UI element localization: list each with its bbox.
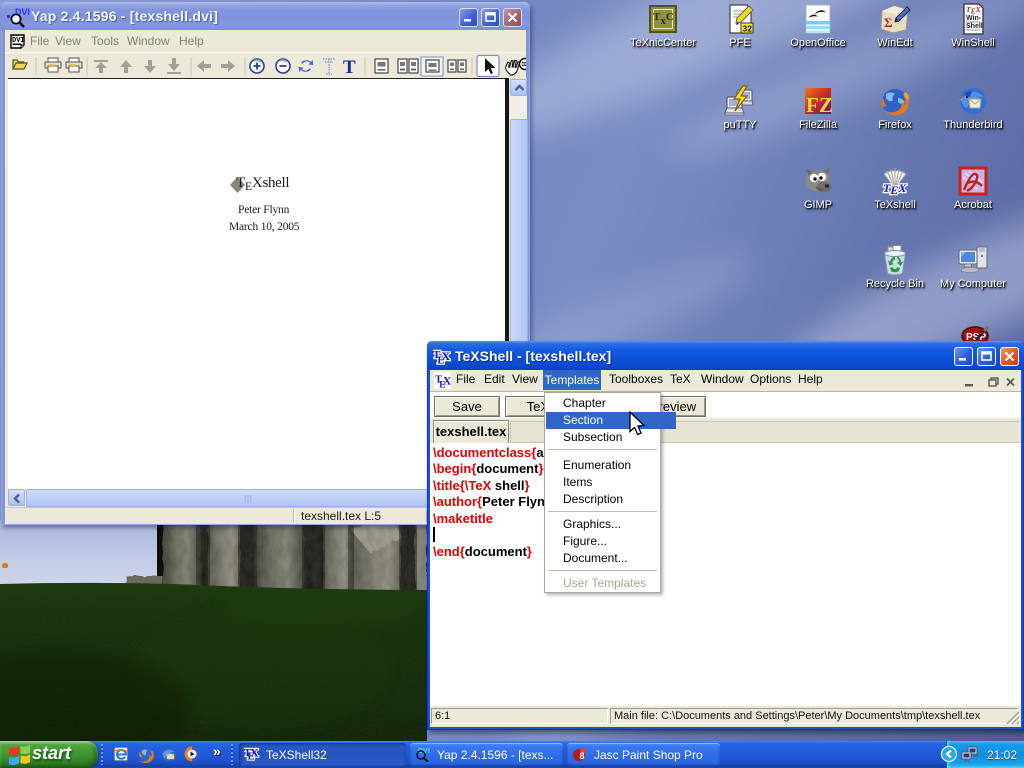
svg-text:8: 8 xyxy=(580,751,585,761)
svg-text:X: X xyxy=(442,349,451,363)
svg-text:Σ: Σ xyxy=(884,15,893,30)
svg-text:Win-: Win- xyxy=(966,15,982,22)
svg-text:TEX: TEX xyxy=(883,181,907,197)
svg-text:T: T xyxy=(343,57,356,78)
svg-text:FZ: FZ xyxy=(806,93,833,117)
svg-text:TEX: TEX xyxy=(966,5,982,16)
svg-text:X: X xyxy=(250,748,259,760)
svg-text:32: 32 xyxy=(743,24,753,34)
svg-text:X: X xyxy=(443,375,451,387)
svg-text:Shell: Shell xyxy=(966,23,983,30)
